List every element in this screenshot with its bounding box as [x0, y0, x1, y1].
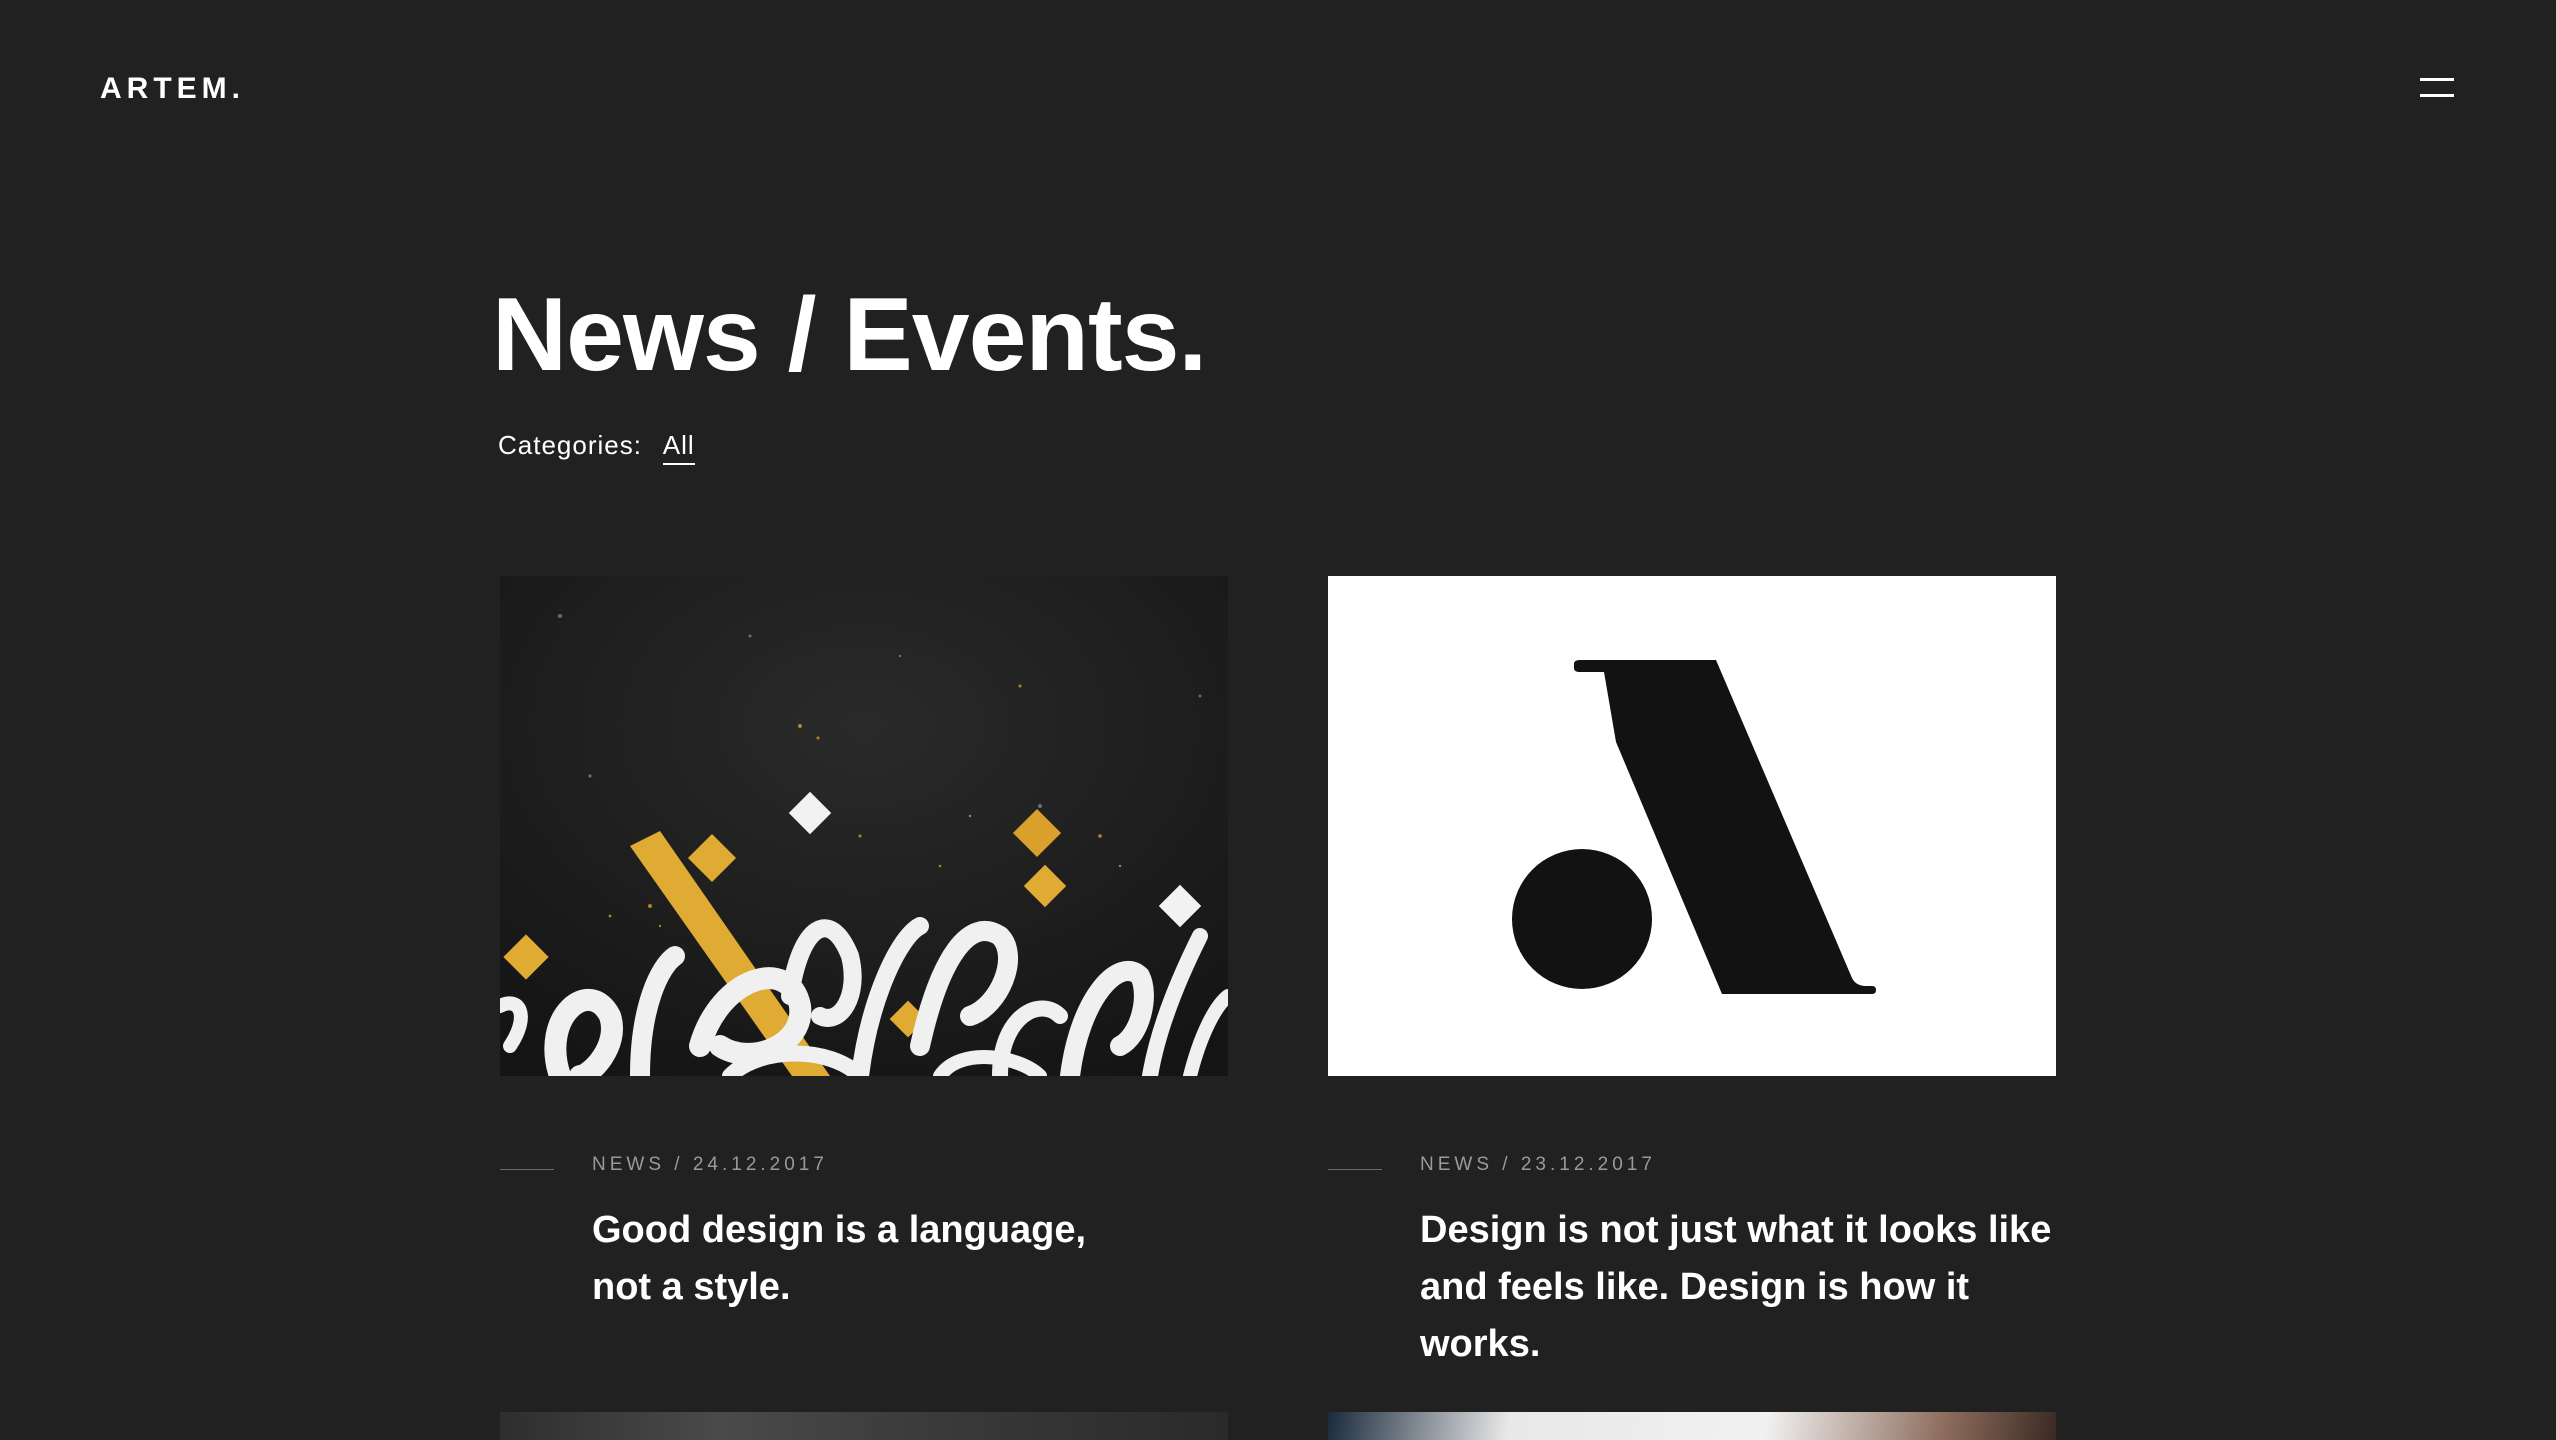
post-thumbnail-calligraphy[interactable]	[500, 576, 1228, 1076]
page-title: News / Events.	[492, 277, 1207, 393]
post-meta-row: NEWS / 24.12.2017	[500, 1154, 1228, 1184]
post-thumbnail-next-right[interactable]	[1328, 1412, 2056, 1440]
post-thumbnail-next-left[interactable]	[500, 1412, 1228, 1440]
post-meta[interactable]: NEWS / 23.12.2017	[1420, 1154, 1656, 1176]
post-meta[interactable]: NEWS / 24.12.2017	[592, 1154, 828, 1176]
categories-filter: Categories: All	[498, 430, 695, 465]
menu-bar-bottom	[2420, 94, 2454, 97]
category-link-all[interactable]: All	[662, 430, 695, 465]
menu-bar-top	[2420, 78, 2454, 81]
post-meta-row: NEWS / 23.12.2017	[1328, 1154, 2056, 1184]
arabic-calligraphy-image	[500, 576, 1228, 1076]
post-card: NEWS / 23.12.2017 Design is not just wha…	[1328, 576, 2056, 1373]
post-title[interactable]: Design is not just what it looks like an…	[1420, 1202, 2080, 1373]
page: ARTEM. News / Events. Categories: All NE…	[0, 0, 2556, 1440]
hamburger-menu-icon[interactable]	[2418, 76, 2456, 106]
categories-label: Categories:	[498, 430, 642, 460]
meta-dash	[500, 1169, 554, 1170]
meta-dash	[1328, 1169, 1382, 1170]
post-title[interactable]: Good design is a language, not a style.	[592, 1202, 1112, 1316]
letter-a-logo-image	[1328, 576, 2056, 1076]
post-card: NEWS / 24.12.2017 Good design is a langu…	[500, 576, 1228, 1316]
site-logo[interactable]: ARTEM.	[100, 74, 245, 104]
post-thumbnail-letter-a[interactable]	[1328, 576, 2056, 1076]
